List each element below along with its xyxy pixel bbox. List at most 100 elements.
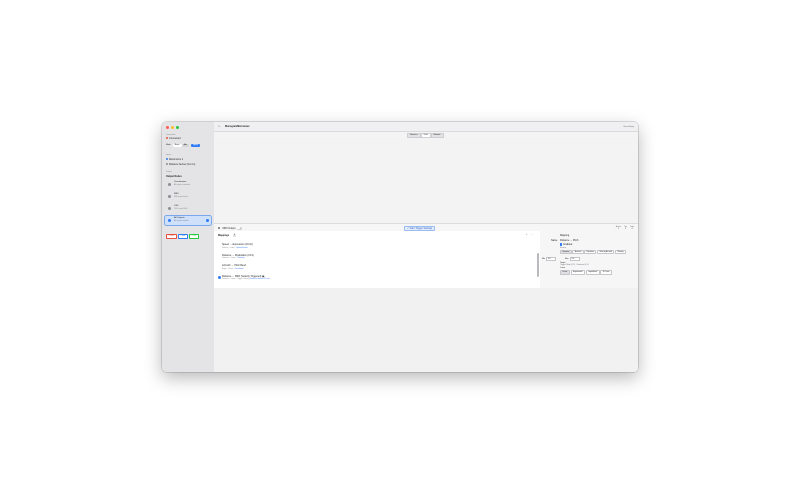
stack-icon xyxy=(168,218,171,222)
sidebar-toggle-icon[interactable]: ▭ xyxy=(218,125,220,128)
source-option-velocity[interactable]: Velocity xyxy=(615,249,626,255)
clear-history-button[interactable]: Clear History xyxy=(623,126,634,128)
mapping-row-detail: Angle · Linear · Orientation xyxy=(222,268,532,270)
sidebar-section-inputs: Inputs xyxy=(166,154,172,156)
node-subtitle: All outputs visualized xyxy=(174,184,190,187)
source-option-velocity-ascend[interactable]: Velocity Ascend xyxy=(597,249,615,255)
status-chip-conn[interactable]: 4 Conn xyxy=(166,234,177,239)
curve-option-s-curve[interactable]: S-Curve xyxy=(600,270,612,275)
curve-option-exponential[interactable]: Exponential xyxy=(570,270,585,275)
status-chips: 4 Conn 2 Midi 1 Osc xyxy=(166,234,199,239)
midi-output-icon xyxy=(218,227,220,229)
mapping-detail-text: Angle · Linear · xyxy=(222,267,235,270)
mapping-row-title: Distance → Modulation (CC1) xyxy=(222,253,254,257)
mapping-detail-text: Velocity · Linear · xyxy=(222,246,236,249)
add-mapping-icon[interactable]: + xyxy=(526,233,527,236)
mapping-detail-text: Distance · Linear · xyxy=(222,257,237,260)
mode-option-adv[interactable]: Adv xyxy=(182,144,189,147)
mapping-row-selected[interactable]: Distance → MIDI (Velocity Triggered) ▣ D… xyxy=(222,275,532,284)
output-node-all-outputs[interactable]: All Outputs All outputs enabled xyxy=(164,215,212,226)
mapping-row-title: Azimuth → Pitch Bend xyxy=(222,264,246,267)
midi-output-toggle-row: MIDI Output xyxy=(218,226,242,230)
counters: Active 1 Out 2 Total 4 xyxy=(616,226,634,231)
mapping-row[interactable]: Speed → Expression (CC11) Velocity · Lin… xyxy=(222,243,532,252)
trigger-settings-label: Start Trigger Settings xyxy=(409,227,433,230)
mapping-row-title: Speed → Expression (CC11) xyxy=(222,243,253,246)
counter-out: Out 2 xyxy=(624,226,627,231)
toggle-dot-icon xyxy=(166,162,168,165)
input-item-label: Metronome 1 xyxy=(169,157,184,161)
status-chip-osc[interactable]: 1 Osc xyxy=(189,234,199,239)
counter-active: Active 1 xyxy=(616,226,621,231)
mode-segmented-control[interactable]: Basic Adv xyxy=(172,144,190,147)
name-field[interactable]: Distance → Pitch xyxy=(560,239,578,242)
mapping-source-link[interactable]: Proximity xyxy=(237,257,244,259)
window-title: MonogramMicrotuner xyxy=(225,125,250,128)
node-title: Visualization xyxy=(174,181,187,183)
counter-value: 2 xyxy=(624,227,626,230)
mapping-detail-text: Distance · Linear · Trigger Velocity xyxy=(222,278,250,281)
status-chip-midi[interactable]: 2 Midi xyxy=(178,234,188,239)
node-subtitle: OSC to port 9000 xyxy=(174,208,188,211)
device-status-label: Connected xyxy=(169,137,181,140)
mapping-source-link[interactable]: Orientation xyxy=(235,268,244,270)
mappings-count-badge: 4 xyxy=(233,234,237,237)
min-field[interactable]: 0.0 xyxy=(546,256,557,262)
name-label: Name xyxy=(551,239,558,242)
mode-row: Mode Basic Adv Apply xyxy=(166,144,201,147)
source-option-azimuth[interactable]: Azimuth xyxy=(572,249,584,255)
max-field[interactable]: 5.0 xyxy=(569,256,580,262)
mappings-scrollbar[interactable] xyxy=(537,253,539,277)
mapping-source-link[interactable]: Speed Sensor xyxy=(236,247,247,249)
inspector-section-title: Mapping xyxy=(560,234,570,237)
output-node-visualization[interactable]: Visualization All outputs visualized xyxy=(165,180,211,189)
mapping-source-link[interactable]: Distance Sensor (12 cm) xyxy=(250,278,270,280)
app-window: Connection Connected Mode Basic Adv Appl… xyxy=(162,122,638,372)
source-option-elevation[interactable]: Elevation xyxy=(584,249,597,255)
node-subtitle: MIDI output device xyxy=(174,196,189,199)
apply-button[interactable]: Apply xyxy=(191,144,201,147)
node-title: MIDI xyxy=(174,193,179,195)
curve-option-logarithmic[interactable]: Logarithmic xyxy=(585,270,600,275)
midi-output-toggle[interactable] xyxy=(236,226,242,230)
zoom-window-button[interactable] xyxy=(176,126,179,129)
mapping-row-detail: Distance · Linear · Trigger Velocity Dis… xyxy=(222,278,532,280)
active-mapping-icon xyxy=(217,275,221,279)
device-status: Connected xyxy=(166,137,181,140)
output-node-osc[interactable]: OSC OSC to port 9000 xyxy=(165,204,211,213)
toggle-dot-icon xyxy=(166,157,168,160)
minimize-window-button[interactable] xyxy=(171,126,174,129)
midi-output-label: MIDI Output xyxy=(222,226,236,230)
source-option-distance[interactable]: Distance xyxy=(560,249,572,255)
output-node-midi[interactable]: MIDI MIDI output device xyxy=(165,192,211,201)
mapping-row[interactable]: Azimuth → Pitch Bend Angle · Linear · Or… xyxy=(222,264,532,273)
window-controls xyxy=(166,126,179,129)
input-item-metronome[interactable]: Metronome 1 xyxy=(166,158,183,161)
max-label: Max xyxy=(565,257,569,260)
mapping-row[interactable]: Distance → Modulation (CC1) Distance · L… xyxy=(222,254,532,263)
grid-canvas[interactable] xyxy=(214,138,638,223)
curve-segmented-control: Linear Exponential Logarithmic S-Curve xyxy=(560,270,612,275)
mapping-inspector: Mapping Name Distance → Pitch Enabled So… xyxy=(540,231,638,288)
enabled-checkbox[interactable] xyxy=(560,243,563,246)
mapping-row-detail: Distance · Linear · Proximity xyxy=(222,257,532,259)
curve-option-linear[interactable]: Linear xyxy=(560,270,570,275)
remove-mapping-icon[interactable]: − xyxy=(531,233,532,236)
output-nodes-heading: Output Nodes xyxy=(166,174,182,178)
input-item-distance[interactable]: Distance Sensor (12 cm) xyxy=(166,163,195,166)
min-label: Min xyxy=(542,257,546,260)
node-subtitle: All outputs enabled xyxy=(174,220,189,223)
mode-label: Mode xyxy=(166,144,171,147)
main-area: ▭ MonogramMicrotuner Clear History Sourc… xyxy=(214,122,638,372)
mode-option-basic[interactable]: Basic xyxy=(172,144,182,147)
counter-value: 1 xyxy=(617,227,619,230)
mapping-row-detail: Velocity · Linear · Speed Sensor xyxy=(222,247,532,249)
counter-value: 4 xyxy=(631,227,633,230)
sidebar: Connection Connected Mode Basic Adv Appl… xyxy=(162,122,215,372)
selected-check-icon xyxy=(206,218,209,222)
close-window-button[interactable] xyxy=(166,126,169,129)
sidebar-section-output: Output xyxy=(166,171,172,173)
counter-total: Total 4 xyxy=(630,226,634,231)
empty-detail-area xyxy=(214,288,638,372)
status-dot-icon xyxy=(166,137,168,140)
